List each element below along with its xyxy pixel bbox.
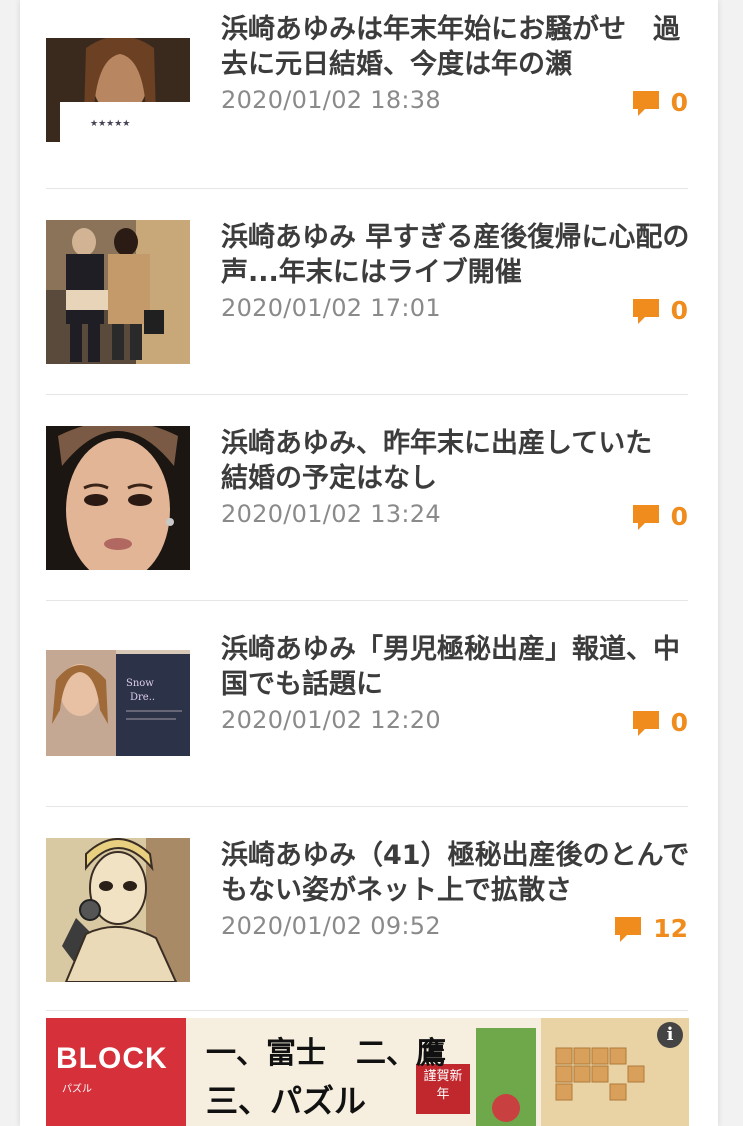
ad-headline-1: 一、富士 二、鷹 <box>206 1036 446 1071</box>
article-item[interactable]: ★★★★★ 浜崎あゆみは年末年始にお騒がせ 過去に元日結婚、今度は年の瀬 202… <box>46 12 691 182</box>
article-date: 2020/01/02 09:52 <box>221 912 441 940</box>
article-item[interactable]: 浜崎あゆみ 早すぎる産後復帰に心配の声...年末にはライブ開催 2020/01/… <box>46 220 691 370</box>
article-title[interactable]: 浜崎あゆみは年末年始にお騒がせ 過去に元日結婚、今度は年の瀬 <box>221 12 691 82</box>
comment-count-value: 0 <box>670 708 688 737</box>
article-title[interactable]: 浜崎あゆみ「男児極秘出産」報道、中国でも話題に <box>221 632 691 702</box>
comment-count-value: 0 <box>670 296 688 325</box>
comment-count[interactable]: 0 <box>631 502 688 531</box>
comment-bubble-icon <box>632 90 659 116</box>
comment-count[interactable]: 0 <box>631 88 688 117</box>
divider <box>46 1010 688 1011</box>
divider <box>46 188 688 189</box>
article-thumbnail[interactable]: ★★★★★ <box>46 38 190 182</box>
ad-info-icon[interactable]: i <box>657 1022 683 1048</box>
article-thumbnail[interactable]: Snow Dre.. <box>46 650 190 756</box>
comment-bubble-icon <box>632 298 659 324</box>
divider <box>46 806 688 807</box>
comment-bubble-icon <box>632 710 659 736</box>
article-item[interactable]: Snow Dre.. 浜崎あゆみ「男児極秘出産」報道、中国でも話題に 2020/… <box>46 632 688 782</box>
article-date: 2020/01/02 13:24 <box>221 500 441 528</box>
ad-logo-text: BLOCK <box>56 1042 168 1075</box>
comment-count-value: 0 <box>670 88 688 117</box>
ad-banner[interactable]: BLOCK パズル 一、富士 二、鷹 三、パズル 謹賀新年 i <box>46 1018 689 1126</box>
ad-headline-2: 三、パズル <box>206 1082 367 1120</box>
svg-text:Dre..: Dre.. <box>130 692 155 703</box>
article-list-panel: ★★★★★ 浜崎あゆみは年末年始にお騒がせ 過去に元日結婚、今度は年の瀬 202… <box>20 0 718 1126</box>
article-date: 2020/01/02 12:20 <box>221 706 441 734</box>
article-item[interactable]: 浜崎あゆみ、昨年末に出産していた 結婚の予定はなし 2020/01/02 13:… <box>46 426 688 576</box>
article-thumbnail[interactable] <box>46 220 190 364</box>
comment-bubble-icon <box>615 916 642 942</box>
article-item[interactable]: 浜崎あゆみ（41）極秘出産後のとんでもない姿がネット上で拡散さ 2020/01/… <box>46 838 691 988</box>
comment-bubble-icon <box>632 504 659 530</box>
article-thumbnail[interactable] <box>46 426 190 570</box>
comment-count[interactable]: 0 <box>631 708 688 737</box>
divider <box>46 600 688 601</box>
comment-count[interactable]: 0 <box>631 296 688 325</box>
svg-text:Snow: Snow <box>126 678 154 689</box>
ad-new-year-badge: 謹賀新年 <box>423 1069 463 1102</box>
comment-count[interactable]: 12 <box>613 914 688 943</box>
ad-logo: BLOCK パズル <box>46 1018 186 1126</box>
comment-count-value: 0 <box>670 502 688 531</box>
article-date: 2020/01/02 18:38 <box>221 86 441 114</box>
article-title[interactable]: 浜崎あゆみ 早すぎる産後復帰に心配の声...年末にはライブ開催 <box>221 220 691 290</box>
article-date: 2020/01/02 17:01 <box>221 294 441 322</box>
comment-count-value: 12 <box>653 914 688 943</box>
article-title[interactable]: 浜崎あゆみ、昨年末に出産していた 結婚の予定はなし <box>221 426 691 496</box>
ad-logo-sub: パズル <box>62 1084 92 1095</box>
divider <box>46 394 688 395</box>
svg-text:★★★★★: ★★★★★ <box>90 119 130 129</box>
article-title[interactable]: 浜崎あゆみ（41）極秘出産後のとんでもない姿がネット上で拡散さ <box>221 838 691 908</box>
article-thumbnail[interactable] <box>46 838 190 982</box>
